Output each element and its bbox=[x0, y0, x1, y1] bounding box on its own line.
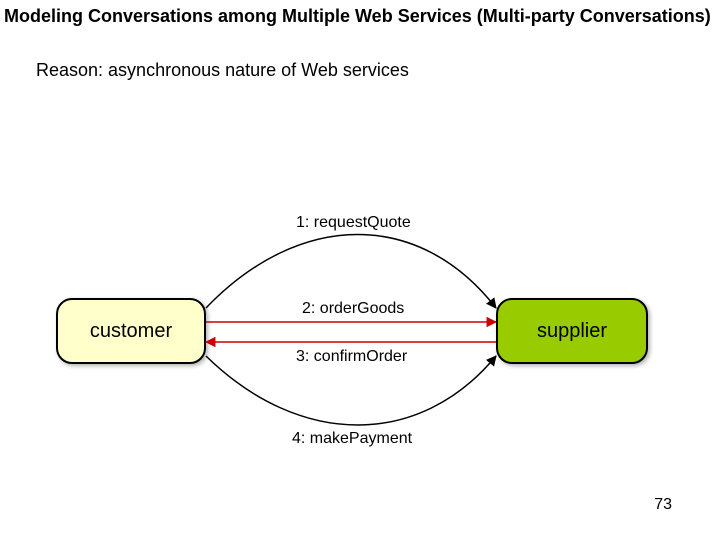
page-title: Modeling Conversations among Multiple We… bbox=[4, 6, 711, 27]
msg-2-label: 2: orderGoods bbox=[302, 300, 404, 318]
node-supplier: supplier bbox=[496, 298, 648, 364]
node-customer: customer bbox=[56, 298, 206, 364]
msg-4-label: 4: makePayment bbox=[292, 430, 412, 448]
connectors bbox=[0, 0, 720, 540]
page-number: 73 bbox=[654, 496, 672, 514]
node-customer-label: customer bbox=[90, 320, 172, 343]
reason-text: Reason: asynchronous nature of Web servi… bbox=[36, 60, 409, 81]
msg-3-label: 3: confirmOrder bbox=[296, 348, 407, 366]
node-supplier-label: supplier bbox=[537, 320, 607, 343]
msg-1-label: 1: requestQuote bbox=[296, 214, 411, 232]
